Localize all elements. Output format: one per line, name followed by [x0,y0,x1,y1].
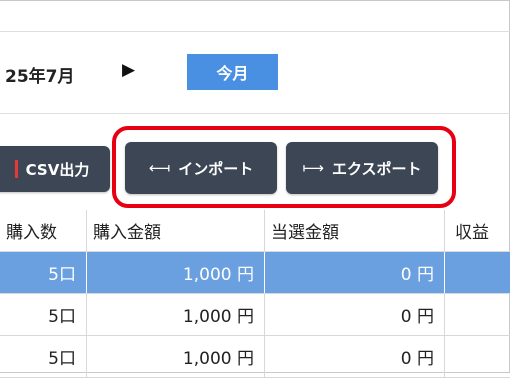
divider [0,113,510,114]
csv-marker-icon [14,160,18,178]
cell-count: 5口 [0,294,87,335]
table-row[interactable]: 5口 1,000 円 0 円 [0,336,510,378]
column-header-count[interactable]: 購入数 [0,210,87,251]
cell-winnings: 0 円 [265,336,445,377]
next-month-icon[interactable]: ▶ [122,60,135,80]
csv-button-label: CSV出力 [25,160,90,179]
cell-profit [445,252,510,293]
column-header-amount[interactable]: 購入金額 [87,210,265,251]
csv-export-button[interactable]: CSV出力 [0,146,110,192]
table-row[interactable]: 5口 1,000 円 0 円 [0,252,510,294]
cell-profit [445,336,510,377]
cell-amount: 1,000 円 [87,294,265,335]
divider [0,31,510,32]
highlight-annotation [112,126,456,208]
column-header-profit[interactable]: 収益 [445,210,510,251]
cell-amount: 1,000 円 [87,336,265,377]
cell-count: 5口 [0,336,87,377]
cell-winnings: 0 円 [265,294,445,335]
column-header-winnings[interactable]: 当選金額 [265,210,445,251]
cell-winnings: 0 円 [265,252,445,293]
cell-count: 5口 [0,252,87,293]
table-row[interactable]: 5口 1,000 円 0 円 [0,294,510,336]
cell-profit [445,294,510,335]
cell-amount: 1,000 円 [87,252,265,293]
month-label: 25年7月 [5,67,75,87]
table-header: 購入数 購入金額 当選金額 収益 [0,210,510,252]
this-month-button[interactable]: 今月 [187,54,278,90]
